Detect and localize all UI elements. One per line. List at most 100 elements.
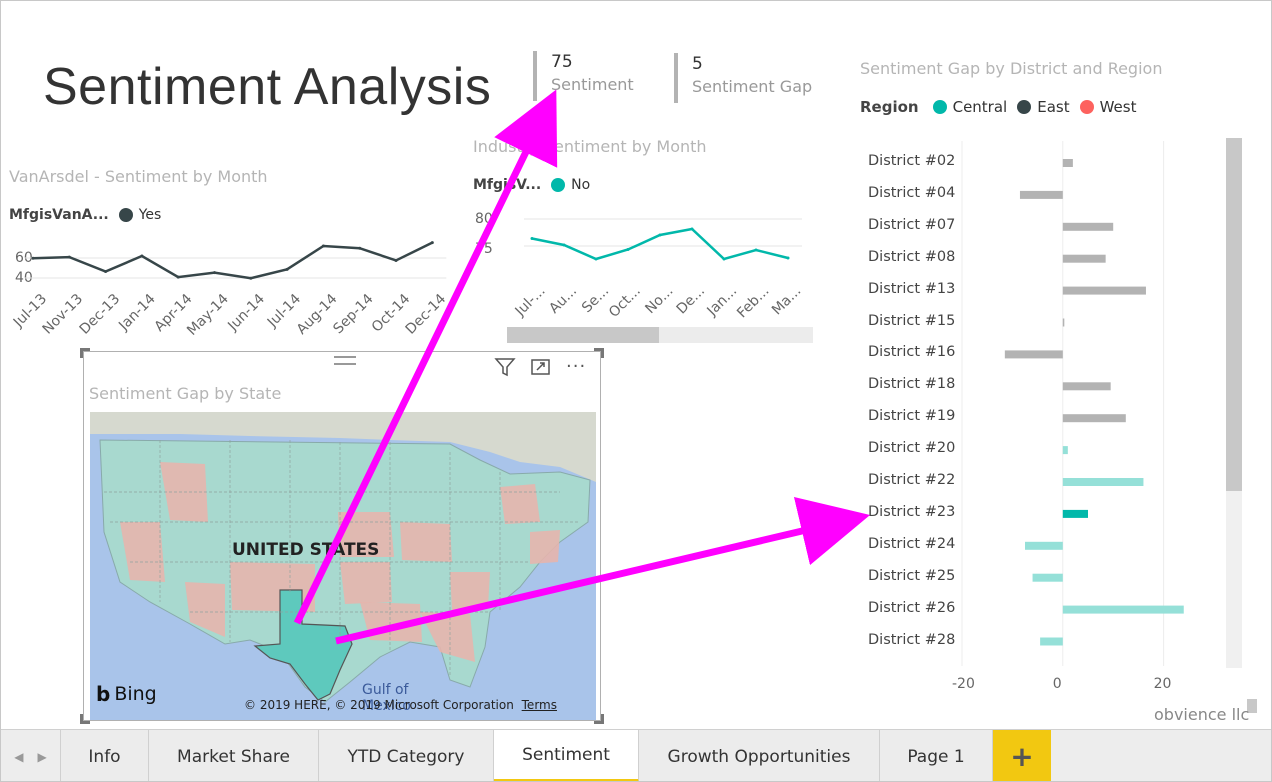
data-point[interactable] [690, 227, 694, 231]
data-point[interactable] [358, 246, 362, 250]
data-point[interactable] [722, 257, 726, 261]
vanarsdel-xtick: Dec-13 [76, 291, 123, 338]
district-bar[interactable] [1062, 382, 1111, 391]
bing-logo: b Bing [96, 682, 157, 706]
district-bar[interactable] [1062, 222, 1114, 231]
district-label: District #18 [868, 376, 956, 393]
data-point[interactable] [754, 248, 758, 252]
district-xtick: -20 [952, 676, 975, 692]
add-page-button[interactable]: + [993, 730, 1051, 781]
industry-chart-title: Industry Sentiment by Month [473, 137, 707, 156]
page-tab-bar: ◀ ▶ Info Market Share YTD Category Senti… [1, 729, 1271, 781]
district-label: District #28 [868, 631, 956, 648]
vanarsdel-chart-title: VanArsdel - Sentiment by Month [9, 167, 268, 186]
legend-west[interactable]: West [1100, 98, 1137, 116]
kpi-sentiment-gap[interactable]: 5 Sentiment Gap [674, 53, 812, 103]
tab-info[interactable]: Info [61, 730, 149, 781]
district-bar-chart[interactable] [956, 141, 1226, 671]
district-bar[interactable] [1062, 509, 1088, 518]
district-scrollbar-thumb[interactable] [1226, 138, 1242, 491]
data-point[interactable] [626, 248, 630, 251]
map-terms-link[interactable]: Terms [522, 698, 557, 712]
data-point[interactable] [31, 256, 35, 260]
data-point[interactable] [562, 243, 566, 247]
district-bar[interactable] [1062, 478, 1144, 486]
data-point[interactable] [104, 270, 108, 274]
focus-mode-icon[interactable] [530, 357, 552, 377]
tab-nav-arrows[interactable]: ◀ ▶ [1, 730, 61, 781]
data-point[interactable] [786, 256, 790, 260]
page-title: Sentiment Analysis [43, 58, 492, 116]
vanarsdel-legend: MfgisVanA... Yes [9, 207, 161, 223]
district-label: District #02 [868, 153, 956, 169]
drag-handle-icon[interactable] [334, 356, 356, 365]
us-map[interactable] [90, 412, 596, 720]
map-country-label: UNITED STATES [232, 540, 380, 560]
next-page-icon[interactable]: ▶ [38, 750, 47, 764]
district-bar[interactable] [1062, 159, 1073, 167]
industry-scrollbar-thumb[interactable] [507, 327, 659, 343]
map-copyright: © 2019 HERE, © 2019 Microsoft Corporatio… [244, 698, 557, 712]
vanarsdel-line-chart[interactable] [1, 231, 461, 291]
industry-xtick: No... [642, 283, 677, 318]
tab-market-share[interactable]: Market Share [149, 730, 319, 781]
district-label: District #26 [868, 599, 956, 616]
district-scrollbar[interactable] [1226, 138, 1242, 668]
kpi-sentiment-label: Sentiment [551, 75, 634, 94]
more-options-icon[interactable]: ··· [566, 356, 586, 377]
legend-east[interactable]: East [1037, 98, 1069, 116]
tab-sentiment[interactable]: Sentiment [494, 730, 639, 781]
district-bar[interactable] [1062, 318, 1065, 327]
data-point[interactable] [213, 271, 216, 275]
data-point[interactable] [321, 244, 325, 248]
data-point[interactable] [249, 276, 253, 280]
tab-page-1[interactable]: Page 1 [880, 730, 993, 781]
district-label: District #19 [868, 408, 956, 425]
vanarsdel-xtick: Jan-14 [116, 291, 160, 334]
industry-line-chart[interactable] [501, 206, 821, 286]
district-bar[interactable] [1019, 190, 1063, 199]
district-bar[interactable] [1004, 350, 1063, 359]
region-west-dot-icon [1079, 100, 1094, 114]
data-point[interactable] [530, 237, 534, 240]
district-bar[interactable] [1062, 446, 1068, 455]
kpi-sentiment[interactable]: 75 Sentiment [533, 51, 634, 101]
map-visual[interactable]: ··· Sentiment Gap by State UNITED STATES… [80, 348, 604, 724]
district-bar[interactable] [1062, 605, 1184, 614]
data-point[interactable] [594, 257, 598, 261]
watermark: obvience llc [1154, 705, 1250, 724]
prev-page-icon[interactable]: ◀ [14, 750, 23, 764]
district-bar[interactable] [1062, 414, 1126, 423]
data-point[interactable] [176, 275, 180, 279]
district-label: District #15 [868, 312, 956, 329]
data-point[interactable] [285, 267, 289, 271]
industry-xtick: Jul-... [512, 283, 549, 320]
district-label: District #16 [868, 344, 956, 361]
industry-legend-field: MfgisV... [473, 177, 542, 193]
region-east-dot-icon [1017, 100, 1032, 114]
tab-growth-opportunities[interactable]: Growth Opportunities [639, 730, 880, 781]
vanarsdel-legend-item[interactable]: Yes [139, 207, 162, 223]
data-point[interactable] [394, 258, 398, 262]
data-point[interactable] [67, 255, 71, 259]
district-bar[interactable] [1025, 541, 1063, 550]
district-bar[interactable] [1040, 637, 1063, 646]
industry-xtick: Jan... [704, 283, 741, 320]
district-label: District #13 [868, 280, 956, 297]
district-bar[interactable] [1032, 573, 1063, 582]
data-point[interactable] [658, 233, 662, 237]
tab-ytd-category[interactable]: YTD Category [319, 730, 494, 781]
data-point[interactable] [430, 241, 434, 245]
legend-central[interactable]: Central [953, 98, 1008, 116]
district-bar[interactable] [1062, 254, 1106, 263]
district-xtick: 0 [1052, 676, 1062, 692]
industry-legend-item[interactable]: No [571, 177, 590, 193]
series-line[interactable] [32, 241, 433, 280]
industry-xtick: Feb... [734, 283, 773, 322]
data-point[interactable] [140, 254, 144, 258]
industry-scrollbar[interactable] [507, 327, 813, 343]
district-bar[interactable] [1062, 286, 1146, 295]
industry-xtick: Oct... [606, 283, 645, 321]
district-label: District #04 [868, 184, 956, 201]
filter-icon[interactable] [494, 357, 516, 377]
